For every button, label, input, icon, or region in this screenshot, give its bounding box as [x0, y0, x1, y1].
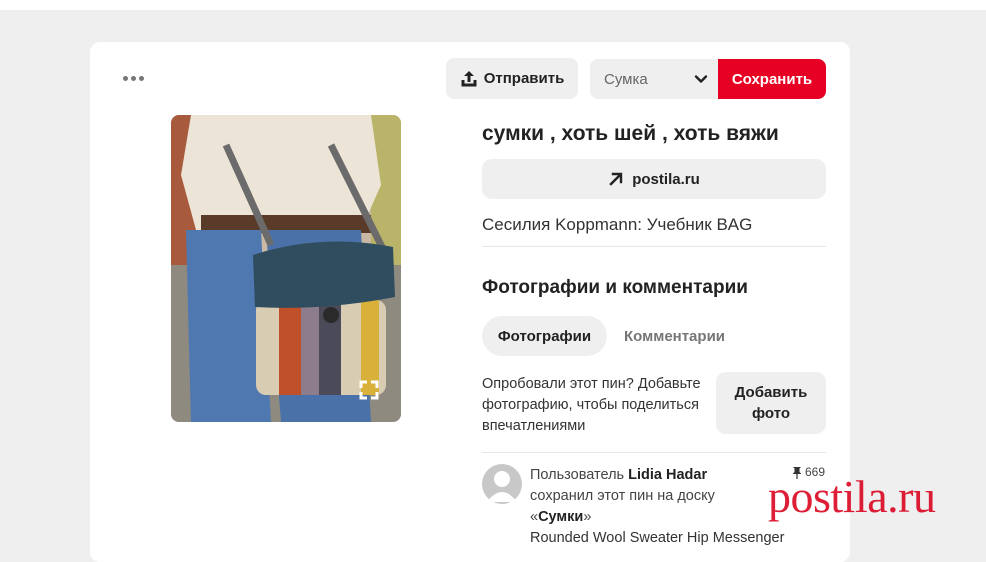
activity-next-line: Rounded Wool Sweater Hip Messenger	[530, 530, 785, 546]
send-button-label: Отправить	[483, 70, 565, 87]
pin-image[interactable]	[171, 115, 401, 422]
activity-action: сохранил этот пин на доску	[530, 488, 715, 504]
activity-prefix: Пользователь	[530, 467, 625, 483]
activity-text: Пользователь Lidia Hadar сохранил этот п…	[530, 465, 784, 549]
top-band	[0, 0, 986, 10]
try-pin-prompt: Опробовали этот пин? Добавьте фотографию…	[482, 376, 701, 434]
pin-title: сумки , хоть шей , хоть вяжи	[482, 122, 779, 145]
send-button[interactable]: Отправить	[446, 58, 578, 99]
source-link[interactable]: postila.ru	[482, 159, 826, 199]
activity-user[interactable]: Lidia Hadar	[628, 467, 707, 483]
tab-photos[interactable]: Фотографии	[482, 316, 607, 356]
quote-close: »	[583, 509, 592, 525]
user-silhouette-icon	[487, 471, 517, 502]
watermark: postila.ru	[768, 471, 936, 522]
save-button[interactable]: Сохранить	[718, 59, 826, 99]
add-photo-button[interactable]: Добавить фото	[716, 372, 826, 434]
board-select-value: Сумка	[604, 70, 648, 88]
divider	[482, 246, 826, 247]
more-options-icon[interactable]	[122, 72, 146, 84]
add-photo-label-1: Добавить	[734, 384, 808, 401]
arrow-up-right-icon	[609, 172, 623, 186]
divider	[482, 452, 826, 453]
dot	[131, 76, 136, 81]
add-photo-label-2: фото	[751, 405, 791, 422]
bag-photo	[171, 115, 401, 422]
dot	[123, 76, 128, 81]
source-domain: postila.ru	[632, 170, 700, 188]
avatar[interactable]	[482, 464, 522, 504]
quote-open: «	[530, 509, 539, 525]
share-upload-icon	[461, 70, 477, 86]
photos-comments-title: Фотографии и комментарии	[482, 277, 748, 298]
dot	[139, 76, 144, 81]
chevron-down-icon	[694, 75, 708, 83]
activity-board-link[interactable]: Сумки	[538, 509, 583, 525]
tab-comments[interactable]: Комментарии	[620, 316, 729, 356]
expand-corners-icon[interactable]	[359, 380, 379, 400]
pin-description: Сесилия Koppmann: Учебник BAG	[482, 215, 753, 234]
pin-card: Отправить Сумка Сохранить сумки , хоть ш…	[90, 42, 850, 562]
board-select[interactable]: Сумка	[590, 59, 718, 99]
